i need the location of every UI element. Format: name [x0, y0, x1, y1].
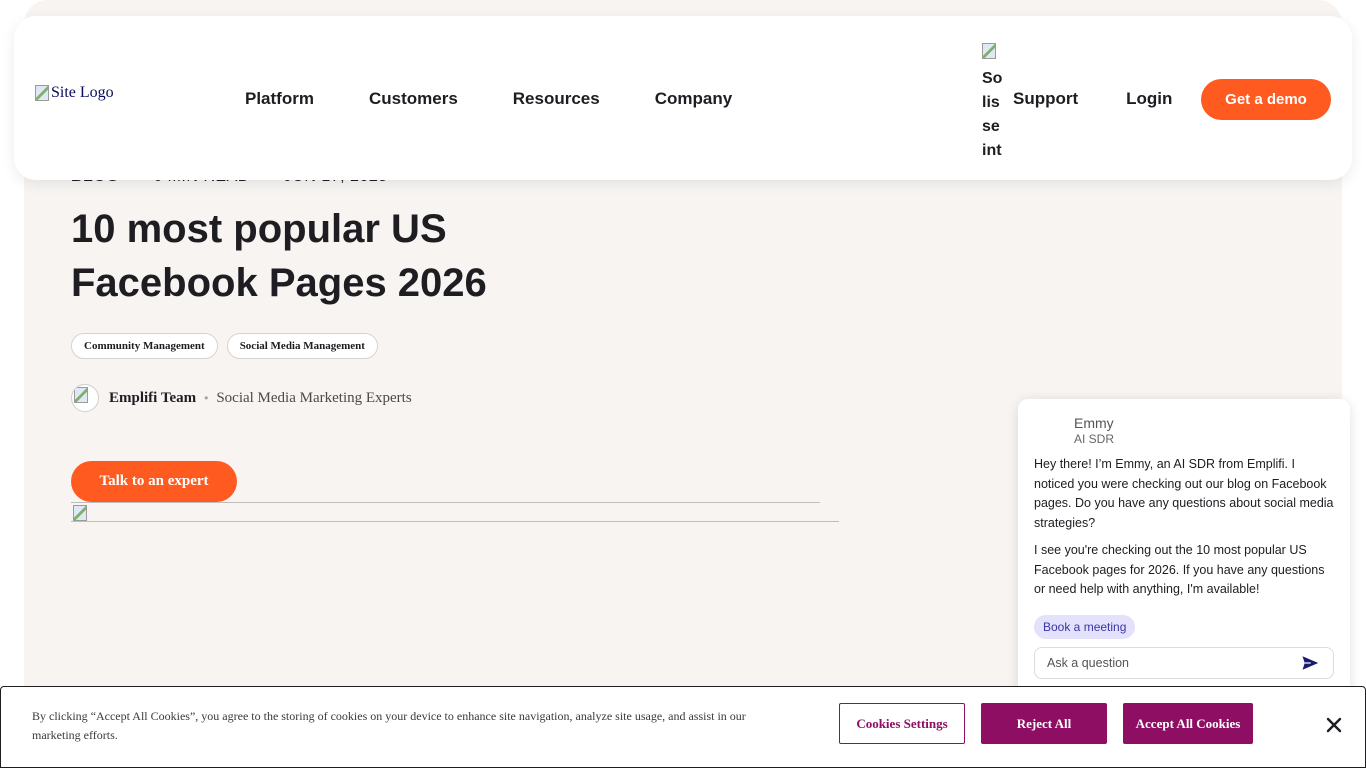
nav-company[interactable]: Company — [655, 89, 732, 109]
site-logo[interactable]: Site Logo — [35, 84, 114, 102]
cookie-banner: By clicking “Accept All Cookies”, you ag… — [0, 686, 1366, 768]
cookie-notice-text: By clicking “Accept All Cookies”, you ag… — [32, 709, 746, 742]
article-tags: Community Management Social Media Manage… — [71, 333, 378, 359]
chat-message: Hey there! I’m Emmy, an AI SDR from Empl… — [1034, 457, 1334, 530]
nav-customers[interactable]: Customers — [369, 89, 458, 109]
site-header: Site Logo Platform Customers Resources C… — [14, 16, 1352, 180]
author-avatar — [71, 384, 99, 412]
hero-image — [71, 505, 839, 522]
cookies-settings-button[interactable]: Cookies Settings — [839, 703, 965, 744]
broken-image-icon — [35, 85, 49, 101]
utility-nav: Support Login — [1013, 89, 1220, 109]
get-a-demo-button[interactable]: Get a demo — [1201, 79, 1331, 120]
separator-dot: • — [204, 391, 209, 405]
talk-to-expert-button[interactable]: Talk to an expert — [71, 461, 237, 502]
site-logo-alt: Site Logo — [51, 84, 114, 101]
social-listening-alt: So lis se int — [982, 70, 1002, 155]
tag-community-management[interactable]: Community Management — [71, 333, 218, 359]
broken-image-icon — [73, 505, 87, 521]
book-meeting-chip[interactable]: Book a meeting — [1034, 615, 1136, 639]
close-icon[interactable] — [1324, 715, 1344, 735]
send-icon[interactable] — [1301, 654, 1319, 672]
nav-support[interactable]: Support — [1013, 89, 1078, 109]
accept-all-cookies-button[interactable]: Accept All Cookies — [1123, 703, 1253, 744]
reject-all-button[interactable]: Reject All — [981, 703, 1107, 744]
article-title: 10 most popular US Facebook Pages 2026 — [71, 207, 487, 305]
broken-image-icon — [982, 43, 996, 59]
tag-social-media-management[interactable]: Social Media Management — [226, 333, 378, 359]
main-nav: Platform Customers Resources Company — [245, 89, 787, 109]
nav-platform[interactable]: Platform — [245, 89, 314, 109]
divider — [71, 502, 820, 503]
chat-agent-name: Emmy — [1074, 415, 1114, 431]
author-role: Social Media Marketing Experts — [216, 389, 412, 406]
author-byline: Emplifi Team • Social Media Marketing Ex… — [71, 384, 412, 412]
nav-login[interactable]: Login — [1126, 89, 1172, 109]
nav-resources[interactable]: Resources — [513, 89, 600, 109]
chat-question-input[interactable] — [1034, 647, 1334, 679]
chat-message: I see you're checking out the 10 most po… — [1034, 543, 1325, 596]
chat-agent-role: AI SDR — [1074, 432, 1115, 446]
author-name: Emplifi Team — [109, 389, 197, 406]
social-listening-image[interactable]: So lis se int — [982, 43, 1002, 155]
broken-image-icon — [74, 387, 88, 403]
chat-widget: Emmy AI SDR Hey there! I’m Emmy, an AI S… — [1018, 399, 1350, 699]
